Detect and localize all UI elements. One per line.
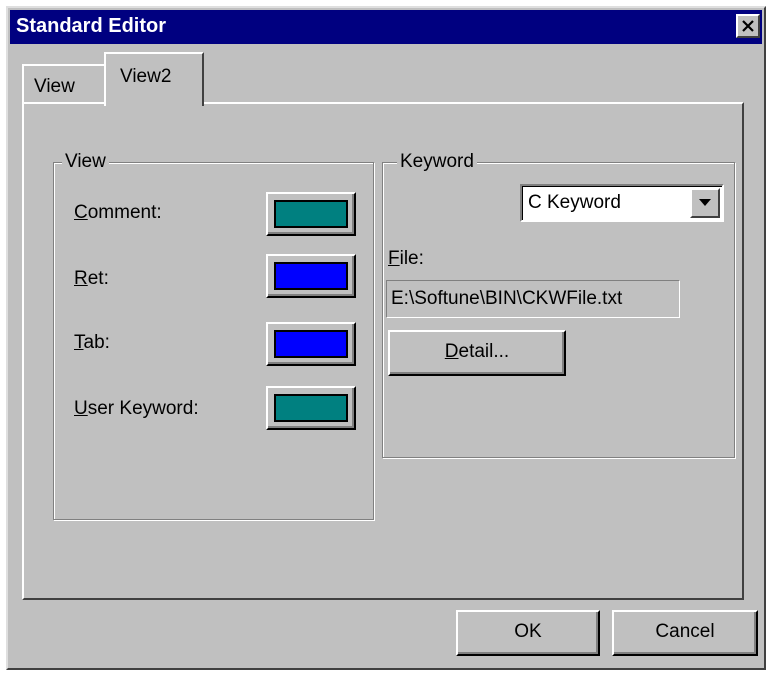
comment-color-button[interactable] [266, 192, 356, 236]
file-path-value: E:\Softune\BIN\CKWFile.txt [391, 288, 623, 309]
tab-view[interactable]: View [22, 64, 106, 104]
title-bar: Standard Editor [10, 10, 762, 44]
tab-view2-label: View2 [120, 66, 172, 87]
ret-color-button[interactable] [266, 254, 356, 298]
detail-button[interactable]: Detail... [388, 330, 566, 376]
close-icon [742, 20, 754, 32]
keyword-type-value: C Keyword [528, 192, 621, 213]
ret-color-swatch [274, 262, 348, 290]
view-group-label: View [62, 151, 109, 173]
window-title: Standard Editor [16, 15, 167, 37]
cancel-button[interactable]: Cancel [612, 610, 758, 656]
user-keyword-color-swatch [274, 394, 348, 422]
ok-button[interactable]: OK [456, 610, 600, 656]
dropdown-button[interactable] [690, 188, 720, 218]
tab-color-swatch [274, 330, 348, 358]
tab-label: Tab: [74, 332, 110, 353]
ret-label: Ret: [74, 268, 109, 289]
comment-label: Comment: [74, 202, 162, 223]
file-label: File: [388, 248, 424, 269]
user-keyword-label: User Keyword: [74, 398, 199, 419]
chevron-down-icon [699, 199, 711, 206]
tab-color-button[interactable] [266, 322, 356, 366]
tab-view2[interactable]: View2 [104, 52, 204, 106]
keyword-type-dropdown[interactable]: C Keyword [520, 184, 724, 222]
tab-view-label: View [34, 76, 75, 97]
comment-color-swatch [274, 200, 348, 228]
keyword-group-label: Keyword [397, 151, 477, 173]
user-keyword-color-button[interactable] [266, 386, 356, 430]
file-path-field: E:\Softune\BIN\CKWFile.txt [386, 280, 680, 318]
close-button[interactable] [736, 14, 760, 38]
